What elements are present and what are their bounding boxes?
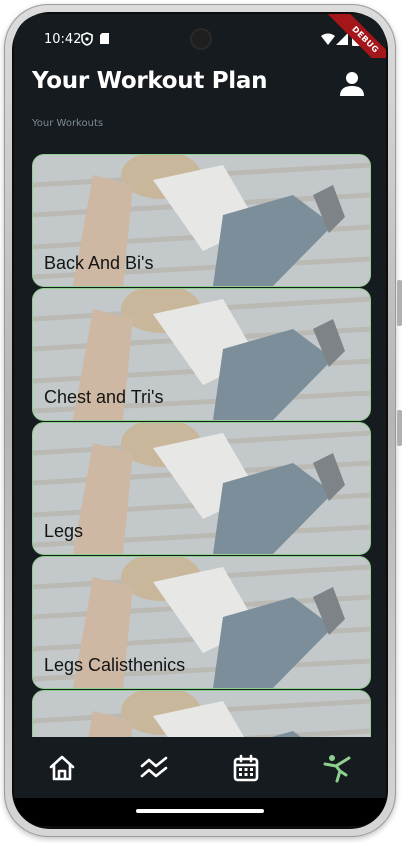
home-indicator[interactable]: [136, 809, 264, 813]
workout-card[interactable]: Chest and Tri's: [32, 288, 371, 421]
nav-calendar[interactable]: [229, 751, 263, 785]
workout-card[interactable]: [32, 690, 371, 737]
power-button: [397, 410, 402, 446]
workout-card[interactable]: Legs Calisthenics: [32, 556, 371, 689]
workout-card[interactable]: Back And Bi's: [32, 154, 371, 287]
exercise-icon: [323, 755, 351, 783]
volume-button: [397, 280, 402, 326]
shield-icon: [81, 32, 93, 46]
workout-name: Chest and Tri's: [44, 387, 164, 407]
nav-workouts[interactable]: [321, 751, 355, 785]
workout-name: Legs: [44, 521, 84, 541]
calendar-icon: [233, 754, 259, 782]
trend-icon: [140, 756, 168, 778]
workout-card[interactable]: Legs: [32, 422, 371, 555]
section-label: Your Workouts: [32, 118, 104, 129]
signal-icon: [336, 33, 348, 45]
workout-name: Legs Calisthenics: [44, 655, 186, 675]
page-title: Your Workout Plan: [32, 68, 268, 94]
bottom-nav: [14, 738, 386, 798]
status-bar: 10:42 DEBUG: [14, 14, 386, 85]
screen: 10:42 DEBUG Your Workout Plan Your Worko…: [14, 14, 386, 826]
card-overlay: [33, 423, 370, 554]
app-bar: Your Workout Plan: [14, 58, 386, 112]
wifi-icon: [321, 33, 335, 45]
sd-card-icon: [100, 33, 109, 44]
nav-progress[interactable]: [137, 751, 171, 785]
workout-name: Back And Bi's: [44, 253, 154, 273]
nav-home[interactable]: [45, 751, 79, 785]
person-icon[interactable]: [338, 70, 366, 98]
front-camera: [192, 30, 210, 48]
card-overlay: [33, 691, 370, 737]
workout-list[interactable]: Back And Bi's Chest and Tri's Legs Legs …: [32, 139, 371, 737]
status-time: 10:42: [44, 32, 82, 47]
gesture-bar: [14, 798, 386, 826]
home-icon: [49, 755, 75, 781]
